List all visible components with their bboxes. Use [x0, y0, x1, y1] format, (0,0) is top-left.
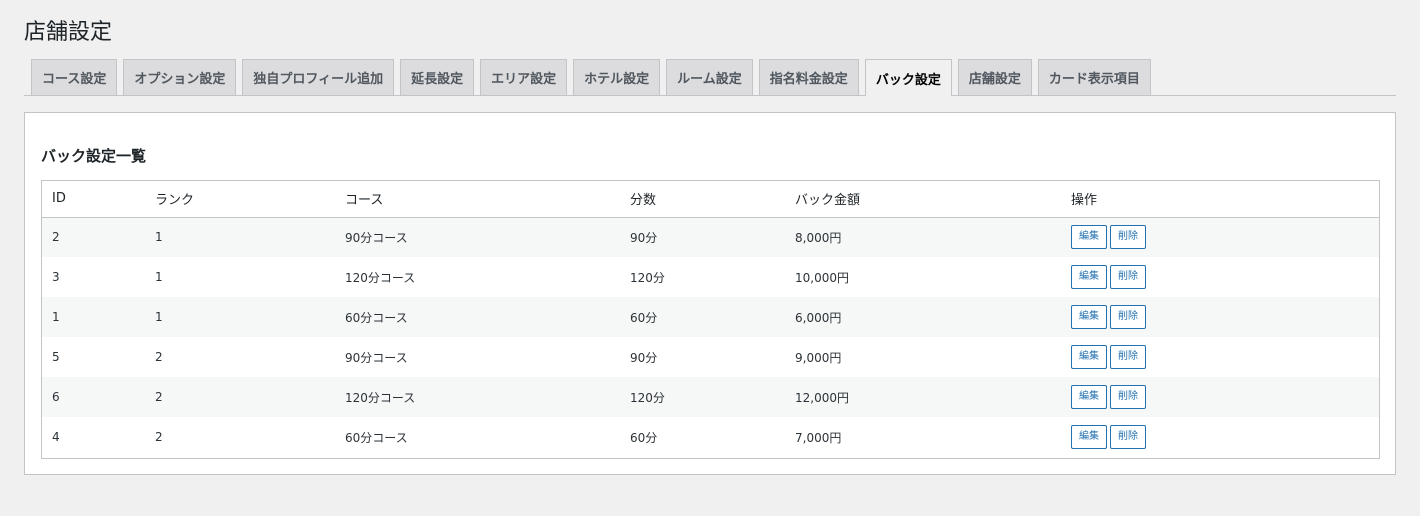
delete-button[interactable]: 削除	[1110, 305, 1146, 329]
cell-minutes: 90分	[630, 350, 658, 365]
tab-extension-settings[interactable]: 延長設定	[400, 59, 475, 95]
cell-minutes: 90分	[630, 230, 658, 245]
delete-button[interactable]: 削除	[1110, 265, 1146, 289]
table-row: 3 1 120分コース 120分 10,000円 編集 削除	[42, 257, 1379, 297]
cell-id: 4	[52, 430, 60, 444]
edit-button[interactable]: 編集	[1071, 265, 1107, 289]
tab-room-settings[interactable]: ルーム設定	[666, 59, 753, 95]
cell-id: 2	[52, 230, 60, 245]
table-row: 2 1 90分コース 90分 8,000円 編集 削除	[42, 217, 1379, 257]
table-row: 1 1 60分コース 60分 6,000円 編集 削除	[42, 297, 1379, 337]
cell-rank: 2	[155, 390, 163, 404]
tab-bar: コース設定 オプション設定 独自プロフィール追加 延長設定 エリア設定 ホテル設…	[24, 59, 1396, 96]
edit-button[interactable]: 編集	[1071, 425, 1107, 449]
back-settings-table: ID ランク コース 分数 バック金額 操作 2 1 90分コース 90分 8,…	[42, 181, 1379, 457]
tab-hotel-settings[interactable]: ホテル設定	[573, 59, 661, 95]
tab-course-settings[interactable]: コース設定	[31, 59, 118, 95]
cell-actions: 編集 削除	[1061, 297, 1379, 337]
cell-rank: 2	[155, 430, 163, 444]
cell-back-amount: 9,000円	[795, 350, 842, 365]
cell-course: 60分コース	[345, 310, 408, 325]
cell-id: 1	[52, 310, 60, 324]
tab-back-settings[interactable]: バック設定	[864, 59, 952, 96]
tab-area-settings[interactable]: エリア設定	[480, 59, 568, 95]
tab-nomination-fee-settings[interactable]: 指名料金設定	[758, 59, 859, 95]
page-title: 店舗設定	[24, 20, 113, 45]
cell-rank: 1	[155, 310, 163, 324]
cell-rank: 1	[155, 270, 163, 284]
cell-actions: 編集 削除	[1061, 337, 1379, 377]
cell-back-amount: 7,000円	[795, 430, 842, 445]
header-back-amount: バック金額	[795, 193, 861, 209]
edit-button[interactable]: 編集	[1071, 345, 1107, 369]
table-header-row: ID ランク コース 分数 バック金額 操作	[42, 181, 1379, 217]
cell-back-amount: 10,000円	[795, 270, 849, 285]
delete-button[interactable]: 削除	[1110, 225, 1146, 250]
edit-button[interactable]: 編集	[1071, 225, 1107, 250]
cell-id: 5	[52, 350, 60, 364]
cell-course: 120分コース	[345, 390, 416, 405]
cell-minutes: 60分	[630, 430, 658, 445]
cell-course: 90分コース	[345, 230, 408, 245]
header-actions: 操作	[1071, 193, 1098, 209]
delete-button[interactable]: 削除	[1110, 385, 1146, 409]
table-row: 4 2 60分コース 60分 7,000円 編集 削除	[42, 417, 1379, 457]
cell-actions: 編集 削除	[1061, 257, 1379, 297]
header-course: コース	[345, 193, 384, 209]
cell-actions: 編集 削除	[1061, 217, 1379, 257]
cell-rank: 1	[155, 230, 163, 245]
tab-custom-profile[interactable]: 独自プロフィール追加	[242, 59, 395, 95]
section-title: バック設定一覧	[41, 147, 147, 165]
cell-minutes: 120分	[630, 390, 665, 405]
tab-store-settings[interactable]: 店舗設定	[957, 59, 1032, 95]
table-row: 5 2 90分コース 90分 9,000円 編集 削除	[42, 337, 1379, 377]
cell-id: 6	[52, 390, 60, 404]
table-row: 6 2 120分コース 120分 12,000円 編集 削除	[42, 377, 1379, 417]
cell-minutes: 60分	[630, 310, 658, 325]
header-rank: ランク	[155, 193, 195, 209]
cell-back-amount: 6,000円	[795, 310, 842, 325]
back-settings-table-container: ID ランク コース 分数 バック金額 操作 2 1 90分コース 90分 8,…	[41, 180, 1380, 459]
cell-actions: 編集 削除	[1061, 417, 1379, 457]
cell-course: 90分コース	[345, 350, 408, 365]
cell-course: 120分コース	[345, 270, 416, 285]
cell-id: 3	[52, 270, 60, 284]
cell-back-amount: 8,000円	[795, 230, 842, 245]
settings-panel: バック設定一覧 ID ランク コース 分数 バック金額 操作 2 1 90分コー…	[24, 112, 1396, 475]
header-id: ID	[52, 191, 66, 207]
cell-back-amount: 12,000円	[795, 390, 849, 405]
tab-card-display-items[interactable]: カード表示項目	[1037, 59, 1151, 95]
cell-actions: 編集 削除	[1061, 377, 1379, 417]
cell-course: 60分コース	[345, 430, 408, 445]
tab-option-settings[interactable]: オプション設定	[123, 59, 237, 95]
edit-button[interactable]: 編集	[1071, 385, 1107, 409]
edit-button[interactable]: 編集	[1071, 305, 1107, 329]
delete-button[interactable]: 削除	[1110, 345, 1146, 369]
delete-button[interactable]: 削除	[1110, 425, 1146, 449]
cell-rank: 2	[155, 350, 163, 364]
header-minutes: 分数	[630, 193, 657, 209]
cell-minutes: 120分	[630, 270, 665, 285]
